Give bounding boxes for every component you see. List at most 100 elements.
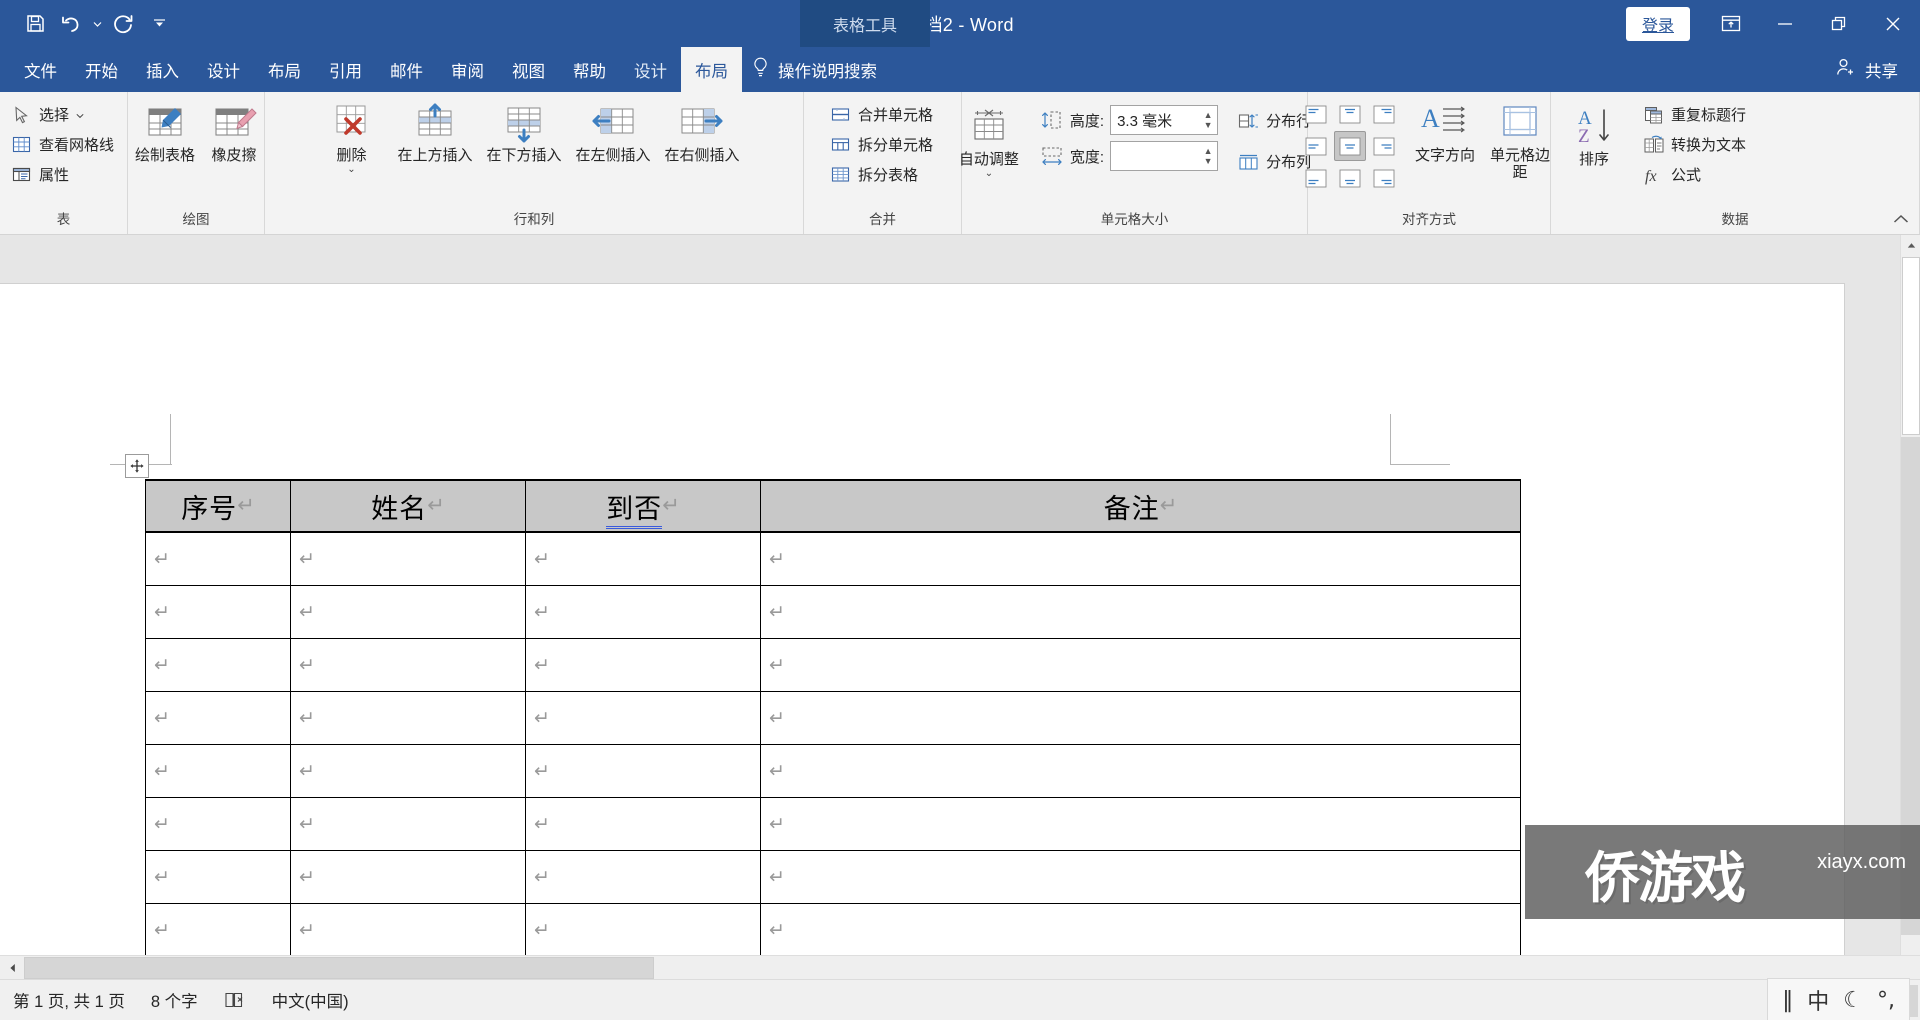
cell-margins-button[interactable]: 单元格边距: [1482, 97, 1558, 184]
document-page[interactable]: 序号↵ 姓名↵ 到否↵ 备注↵ ↵ ↵ ↵ ↵ ↵ ↵ ↵ ↵ ↵ ↵ ↵ ↵ …: [0, 283, 1845, 955]
table-cell[interactable]: ↵↵: [760, 743, 1521, 798]
table-cell[interactable]: ↵: [290, 690, 526, 745]
eraser-button[interactable]: 橡皮擦: [204, 97, 264, 166]
page-indicator[interactable]: 第 1 页, 共 1 页: [0, 988, 138, 1012]
table-cell[interactable]: ↵: [525, 902, 761, 955]
view-gridlines-button[interactable]: 查看网格线: [7, 131, 120, 158]
table-cell[interactable]: ↵: [145, 902, 291, 955]
align-top-center[interactable]: [1334, 99, 1366, 129]
formula-button[interactable]: fx 公式: [1639, 161, 1752, 188]
table-cell[interactable]: ↵: [525, 531, 761, 586]
table-cell[interactable]: ↵: [525, 743, 761, 798]
table-row[interactable]: ↵ ↵ ↵ ↵↵: [145, 584, 1521, 639]
table-cell[interactable]: ↵: [145, 796, 291, 851]
insert-left-button[interactable]: 在左侧插入: [569, 97, 658, 166]
header-cell-remark[interactable]: 备注↵ ↵: [760, 479, 1521, 533]
table-cell[interactable]: ↵: [290, 849, 526, 904]
table-cell[interactable]: ↵: [290, 902, 526, 955]
table-cell[interactable]: ↵: [525, 796, 761, 851]
tab-layout[interactable]: 布局: [254, 47, 315, 92]
word-count[interactable]: 8 个字: [138, 988, 211, 1012]
tab-insert[interactable]: 插入: [132, 47, 193, 92]
table-row[interactable]: ↵ ↵ ↵ ↵↵: [145, 637, 1521, 692]
vertical-scroll-thumb[interactable]: [1902, 257, 1920, 435]
restore-icon[interactable]: [1812, 0, 1866, 47]
ime-punctuation-icon[interactable]: °,: [1877, 988, 1895, 1013]
insert-right-button[interactable]: 在右侧插入: [658, 97, 747, 166]
table-cell[interactable]: ↵: [145, 690, 291, 745]
sign-in-button[interactable]: 登录: [1625, 6, 1690, 41]
row-height-spinner[interactable]: ▲ ▼: [1199, 106, 1217, 134]
insert-above-button[interactable]: 在上方插入: [390, 97, 479, 166]
ime-moon-icon[interactable]: ☾: [1843, 988, 1863, 1013]
align-bottom-right[interactable]: [1368, 163, 1400, 193]
split-table-button[interactable]: 拆分表格: [826, 161, 939, 188]
table-cell[interactable]: ↵: [290, 531, 526, 586]
autofit-button[interactable]: 自动调整 ⌄: [952, 101, 1026, 180]
select-button[interactable]: 选择: [7, 101, 120, 128]
column-width-input[interactable]: ▲ ▼: [1110, 141, 1219, 171]
tab-design[interactable]: 设计: [193, 47, 254, 92]
table-cell[interactable]: ↵: [525, 584, 761, 639]
align-bottom-center[interactable]: [1334, 163, 1366, 193]
minimize-icon[interactable]: [1758, 0, 1812, 47]
header-cell-attendance[interactable]: 到否↵: [525, 479, 761, 533]
table-cell[interactable]: ↵: [290, 796, 526, 851]
horizontal-scrollbar[interactable]: [0, 955, 1920, 979]
vertical-scroll-track[interactable]: [1901, 437, 1920, 935]
vertical-scrollbar[interactable]: [1900, 235, 1920, 955]
scroll-up-icon[interactable]: [1901, 235, 1920, 255]
table-cell[interactable]: ↵↵: [760, 690, 1521, 745]
table-cell[interactable]: ↵↵: [760, 637, 1521, 692]
draw-table-button[interactable]: 绘制表格: [128, 97, 202, 166]
table-cell[interactable]: ↵↵: [760, 902, 1521, 955]
table-cell[interactable]: ↵↵: [760, 531, 1521, 586]
share-button[interactable]: 共享: [1835, 47, 1898, 92]
convert-to-text-button[interactable]: 转换为文本: [1639, 131, 1752, 158]
tab-references[interactable]: 引用: [315, 47, 376, 92]
align-middle-center[interactable]: [1334, 131, 1366, 161]
table-cell[interactable]: ↵: [525, 849, 761, 904]
table-cell[interactable]: ↵: [145, 531, 291, 586]
table-row[interactable]: ↵ ↵ ↵ ↵↵: [145, 531, 1521, 586]
row-height-field[interactable]: 高度: 3.3 毫米 ▲ ▼: [1040, 105, 1219, 135]
redo-icon[interactable]: [106, 8, 140, 40]
ime-mode-chinese[interactable]: 中: [1807, 984, 1829, 1016]
language-indicator[interactable]: 中文(中国): [259, 988, 362, 1012]
tab-mailings[interactable]: 邮件: [376, 47, 437, 92]
column-width-spinner[interactable]: ▲ ▼: [1199, 142, 1217, 170]
header-cell-serial[interactable]: 序号↵: [145, 479, 291, 533]
align-top-right[interactable]: [1368, 99, 1400, 129]
split-cells-button[interactable]: 拆分单元格: [826, 131, 939, 158]
table-cell[interactable]: ↵: [525, 637, 761, 692]
table-cell[interactable]: ↵: [145, 743, 291, 798]
tell-me-search[interactable]: 操作说明搜索: [742, 47, 887, 92]
scroll-left-icon[interactable]: [0, 956, 24, 980]
ribbon-display-options-icon[interactable]: [1704, 0, 1758, 47]
tab-table-design[interactable]: 设计: [620, 47, 681, 92]
column-width-field[interactable]: 宽度: ▲ ▼: [1040, 141, 1219, 171]
tab-view[interactable]: 视图: [498, 47, 559, 92]
tab-table-layout[interactable]: 布局: [681, 47, 742, 92]
merge-cells-button[interactable]: 合并单元格: [826, 101, 939, 128]
table-move-handle-icon[interactable]: [125, 454, 149, 478]
close-icon[interactable]: [1866, 0, 1920, 47]
table-cell[interactable]: ↵: [290, 743, 526, 798]
table-row[interactable]: ↵ ↵ ↵ ↵↵: [145, 796, 1521, 851]
save-icon[interactable]: [18, 8, 52, 40]
tab-help[interactable]: 帮助: [559, 47, 620, 92]
ime-toolbar[interactable]: ‖ 中 ☾ °,: [1767, 978, 1910, 1020]
align-top-left[interactable]: [1300, 99, 1332, 129]
undo-dropdown-icon[interactable]: [90, 9, 104, 39]
table-row[interactable]: ↵ ↵ ↵ ↵↵: [145, 743, 1521, 798]
chevron-down-icon[interactable]: ⌄: [347, 165, 355, 175]
table-cell[interactable]: ↵↵: [760, 849, 1521, 904]
text-direction-button[interactable]: A 文字方向: [1408, 97, 1482, 166]
table-cell[interactable]: ↵: [145, 584, 291, 639]
delete-button[interactable]: 删除 ⌄: [321, 97, 381, 176]
customize-qat-icon[interactable]: [142, 8, 176, 40]
table-cell[interactable]: ↵: [290, 637, 526, 692]
table-cell[interactable]: ↵: [290, 584, 526, 639]
collapse-ribbon-icon[interactable]: [1891, 210, 1911, 228]
horizontal-scroll-thumb[interactable]: [24, 956, 654, 979]
